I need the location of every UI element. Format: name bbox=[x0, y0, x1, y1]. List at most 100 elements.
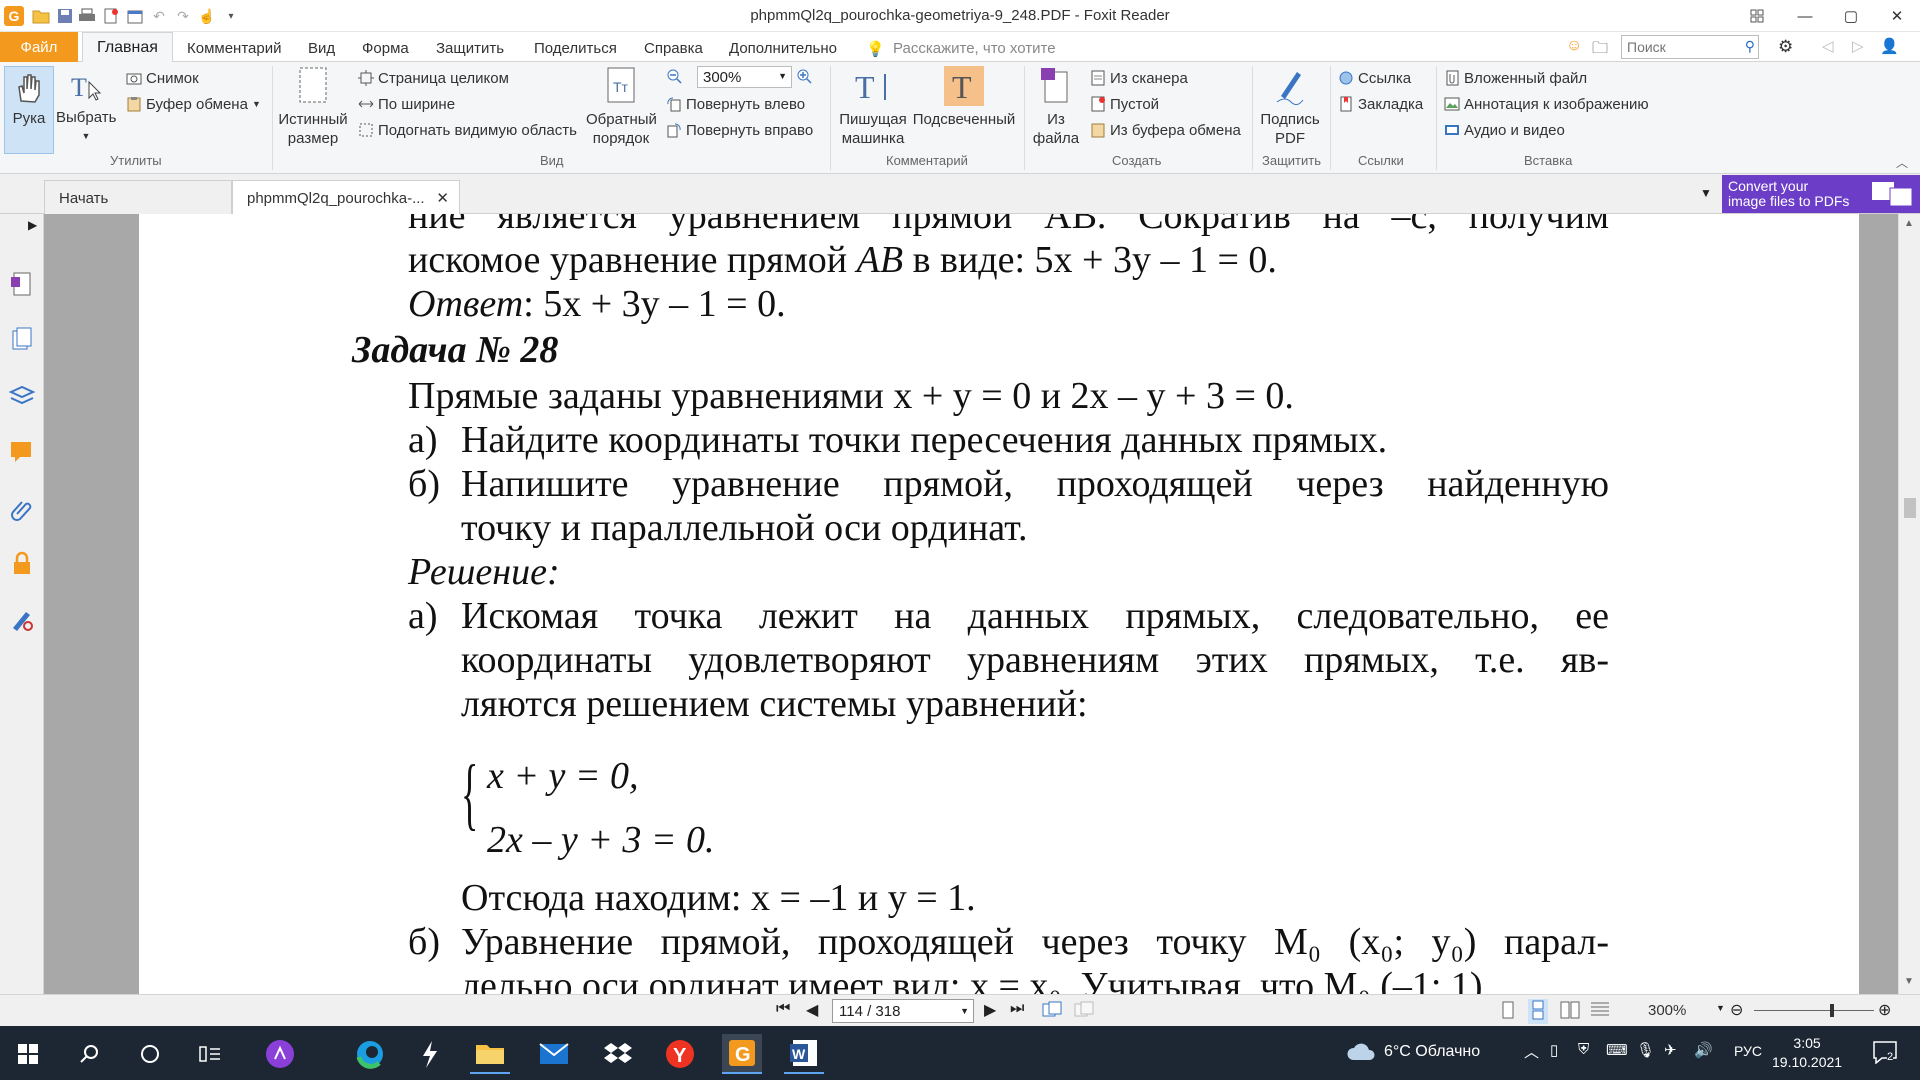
dropbox-icon[interactable] bbox=[598, 1034, 638, 1074]
task-view-icon[interactable] bbox=[190, 1034, 230, 1074]
tab-start[interactable]: Начать bbox=[44, 180, 232, 214]
close-tab-icon[interactable]: ✕ bbox=[436, 189, 449, 207]
start-windows-icon[interactable] bbox=[8, 1034, 48, 1074]
tray-chevron-up-icon[interactable]: ︿ bbox=[1524, 1041, 1539, 1062]
collapse-ribbon-icon[interactable]: ︿ bbox=[1896, 154, 1908, 171]
rotate-right-button[interactable]: Повернуть вправо bbox=[666, 120, 813, 140]
security-lock-icon[interactable] bbox=[8, 550, 36, 578]
yandex-browser-icon[interactable]: Y bbox=[660, 1034, 700, 1074]
tray-volume-icon[interactable]: 🔊 bbox=[1694, 1041, 1713, 1059]
typewriter-button[interactable]: T Пишущая машинка bbox=[836, 66, 910, 148]
tab-list-dropdown-icon[interactable]: ▼ bbox=[1700, 186, 1712, 200]
menu-home[interactable]: Главная bbox=[82, 32, 173, 63]
mail-icon[interactable] bbox=[534, 1034, 574, 1074]
select-dropdown-icon[interactable]: ▼ bbox=[56, 127, 116, 146]
facing-pages-icon[interactable] bbox=[1560, 1001, 1580, 1022]
scroll-thumb[interactable] bbox=[1904, 498, 1916, 518]
emoji-feedback-icon[interactable]: ☺ bbox=[1566, 37, 1582, 55]
user-account-icon[interactable]: 👤 bbox=[1880, 37, 1899, 55]
attachments-panel-icon[interactable] bbox=[8, 494, 36, 522]
cortana-icon[interactable] bbox=[130, 1034, 170, 1074]
menu-protect[interactable]: Защитить bbox=[436, 40, 504, 57]
continuous-page-icon[interactable] bbox=[1528, 999, 1548, 1024]
zoom-out-slider-icon[interactable]: ⊖ bbox=[1730, 1000, 1743, 1020]
close-button[interactable]: ✕ bbox=[1874, 0, 1920, 32]
pages-panel-icon[interactable] bbox=[8, 270, 36, 298]
reflow-button[interactable]: Tт Обратный порядок bbox=[586, 66, 657, 148]
tell-me-box[interactable]: Расскажите, что хотите bbox=[893, 40, 1056, 57]
zoom-slider-track[interactable] bbox=[1754, 1010, 1874, 1011]
zoom-in-button[interactable] bbox=[796, 66, 812, 86]
bookmark-button[interactable]: Закладка bbox=[1338, 94, 1423, 114]
sign-pdf-button[interactable]: Подпись PDF bbox=[1258, 66, 1322, 148]
menu-file[interactable]: Файл bbox=[0, 32, 78, 62]
page-thumbnails-icon[interactable] bbox=[8, 326, 36, 354]
from-file-button[interactable]: Из файла bbox=[1030, 66, 1082, 148]
weather-text[interactable]: 6°C Облачно bbox=[1384, 1043, 1480, 1061]
expand-panel-icon[interactable]: ▶ bbox=[28, 218, 37, 232]
snapshot-button[interactable]: Снимок bbox=[126, 68, 199, 88]
tile-windows-icon[interactable] bbox=[1746, 5, 1768, 27]
settings-gear-icon[interactable]: ⚙ bbox=[1778, 37, 1793, 57]
first-page-icon[interactable]: ⏮ bbox=[776, 1000, 790, 1018]
find-folder-icon[interactable]: 🗀 bbox=[1592, 37, 1608, 64]
tray-device-icon[interactable]: ▯ bbox=[1550, 1041, 1558, 1059]
menu-help[interactable]: Справка bbox=[644, 40, 703, 57]
document-viewport[interactable]: ние является уравнением прямой AB. Сокра… bbox=[44, 214, 1898, 994]
highlight-text-button[interactable]: T Подсвеченный bbox=[912, 66, 1016, 129]
search-box[interactable]: ⚲ bbox=[1621, 35, 1759, 59]
prev-page-icon[interactable]: ◀ bbox=[806, 1000, 818, 1020]
prev-view-icon[interactable] bbox=[1042, 1001, 1062, 1022]
clipboard-dropdown-icon[interactable]: ▼ bbox=[252, 99, 261, 109]
image-annotation-button[interactable]: Аннотация к изображению bbox=[1444, 94, 1649, 114]
zoom-combo[interactable]: 300% ▼ bbox=[697, 66, 792, 88]
language-indicator[interactable]: РУС bbox=[1734, 1043, 1762, 1059]
page-dropdown-icon[interactable]: ▼ bbox=[960, 1006, 969, 1016]
zoom-dropdown-icon[interactable]: ▼ bbox=[778, 71, 787, 81]
actual-size-button[interactable]: Истинный размер bbox=[278, 66, 348, 148]
clock[interactable]: 3:05 19.10.2021 bbox=[1772, 1034, 1842, 1072]
fit-visible-button[interactable]: Подогнать видимую область bbox=[358, 120, 577, 140]
weather-cloud-icon[interactable] bbox=[1346, 1040, 1376, 1065]
layers-icon[interactable] bbox=[8, 382, 36, 410]
edge-browser-icon[interactable] bbox=[350, 1034, 390, 1074]
vertical-scrollbar[interactable]: ▲ ▼ bbox=[1898, 214, 1920, 994]
signature-panel-icon[interactable] bbox=[8, 606, 36, 634]
fit-page-button[interactable]: Страница целиком bbox=[358, 68, 509, 88]
rotate-left-button[interactable]: Повернуть влево bbox=[666, 94, 805, 114]
zoom-out-button[interactable] bbox=[666, 66, 682, 86]
menu-extra[interactable]: Дополнительно bbox=[729, 40, 837, 57]
word-icon[interactable]: W bbox=[784, 1034, 824, 1074]
menu-comment[interactable]: Комментарий bbox=[187, 40, 281, 57]
scroll-up-icon[interactable]: ▲ bbox=[1904, 218, 1914, 229]
page-number-input[interactable]: 114 / 318 ▼ bbox=[832, 999, 974, 1023]
alice-assistant-icon[interactable] bbox=[260, 1034, 300, 1074]
foxit-reader-taskbar-icon[interactable]: G bbox=[722, 1034, 762, 1074]
search-icon[interactable]: ⚲ bbox=[1745, 38, 1755, 55]
tab-document[interactable]: phpmmQl2q_pourochka-... ✕ bbox=[232, 180, 460, 214]
next-page-icon[interactable]: ▶ bbox=[984, 1000, 996, 1020]
fit-width-button[interactable]: По ширине bbox=[358, 94, 455, 114]
attach-file-button[interactable]: Вложенный файл bbox=[1444, 68, 1587, 88]
from-clipboard-button[interactable]: Из буфера обмена bbox=[1090, 120, 1241, 140]
tray-shield-icon[interactable]: ⛨ bbox=[1578, 1041, 1589, 1058]
clipboard-button[interactable]: Буфер обмена ▼ bbox=[126, 94, 261, 114]
tray-microphone-icon[interactable]: 🎙 bbox=[1636, 1041, 1655, 1059]
blank-button[interactable]: Пустой bbox=[1090, 94, 1159, 114]
comments-panel-icon[interactable] bbox=[8, 438, 36, 466]
taskbar-search-icon[interactable] bbox=[70, 1034, 110, 1074]
last-page-icon[interactable]: ⏭ bbox=[1010, 1000, 1024, 1018]
minimize-button[interactable]: — bbox=[1782, 0, 1828, 32]
convert-ad-banner[interactable]: Convert your image files to PDFs bbox=[1722, 175, 1920, 213]
zoom-status-dropdown-icon[interactable]: ▼ bbox=[1716, 1003, 1725, 1013]
zoom-in-slider-icon[interactable]: ⊕ bbox=[1878, 1000, 1891, 1020]
menu-share[interactable]: Поделиться bbox=[534, 40, 617, 57]
continuous-facing-icon[interactable] bbox=[1590, 1001, 1610, 1022]
scroll-down-icon[interactable]: ▼ bbox=[1904, 976, 1914, 987]
notification-center-icon[interactable]: 2 bbox=[1872, 1040, 1898, 1067]
tray-keyboard-icon[interactable]: ⌨ bbox=[1606, 1041, 1628, 1059]
zoom-slider-thumb[interactable] bbox=[1830, 1004, 1834, 1017]
menu-view[interactable]: Вид bbox=[308, 40, 335, 57]
link-button[interactable]: Ссылка bbox=[1338, 68, 1411, 88]
select-tool-button[interactable]: T Выбрать ▼ bbox=[56, 66, 116, 146]
